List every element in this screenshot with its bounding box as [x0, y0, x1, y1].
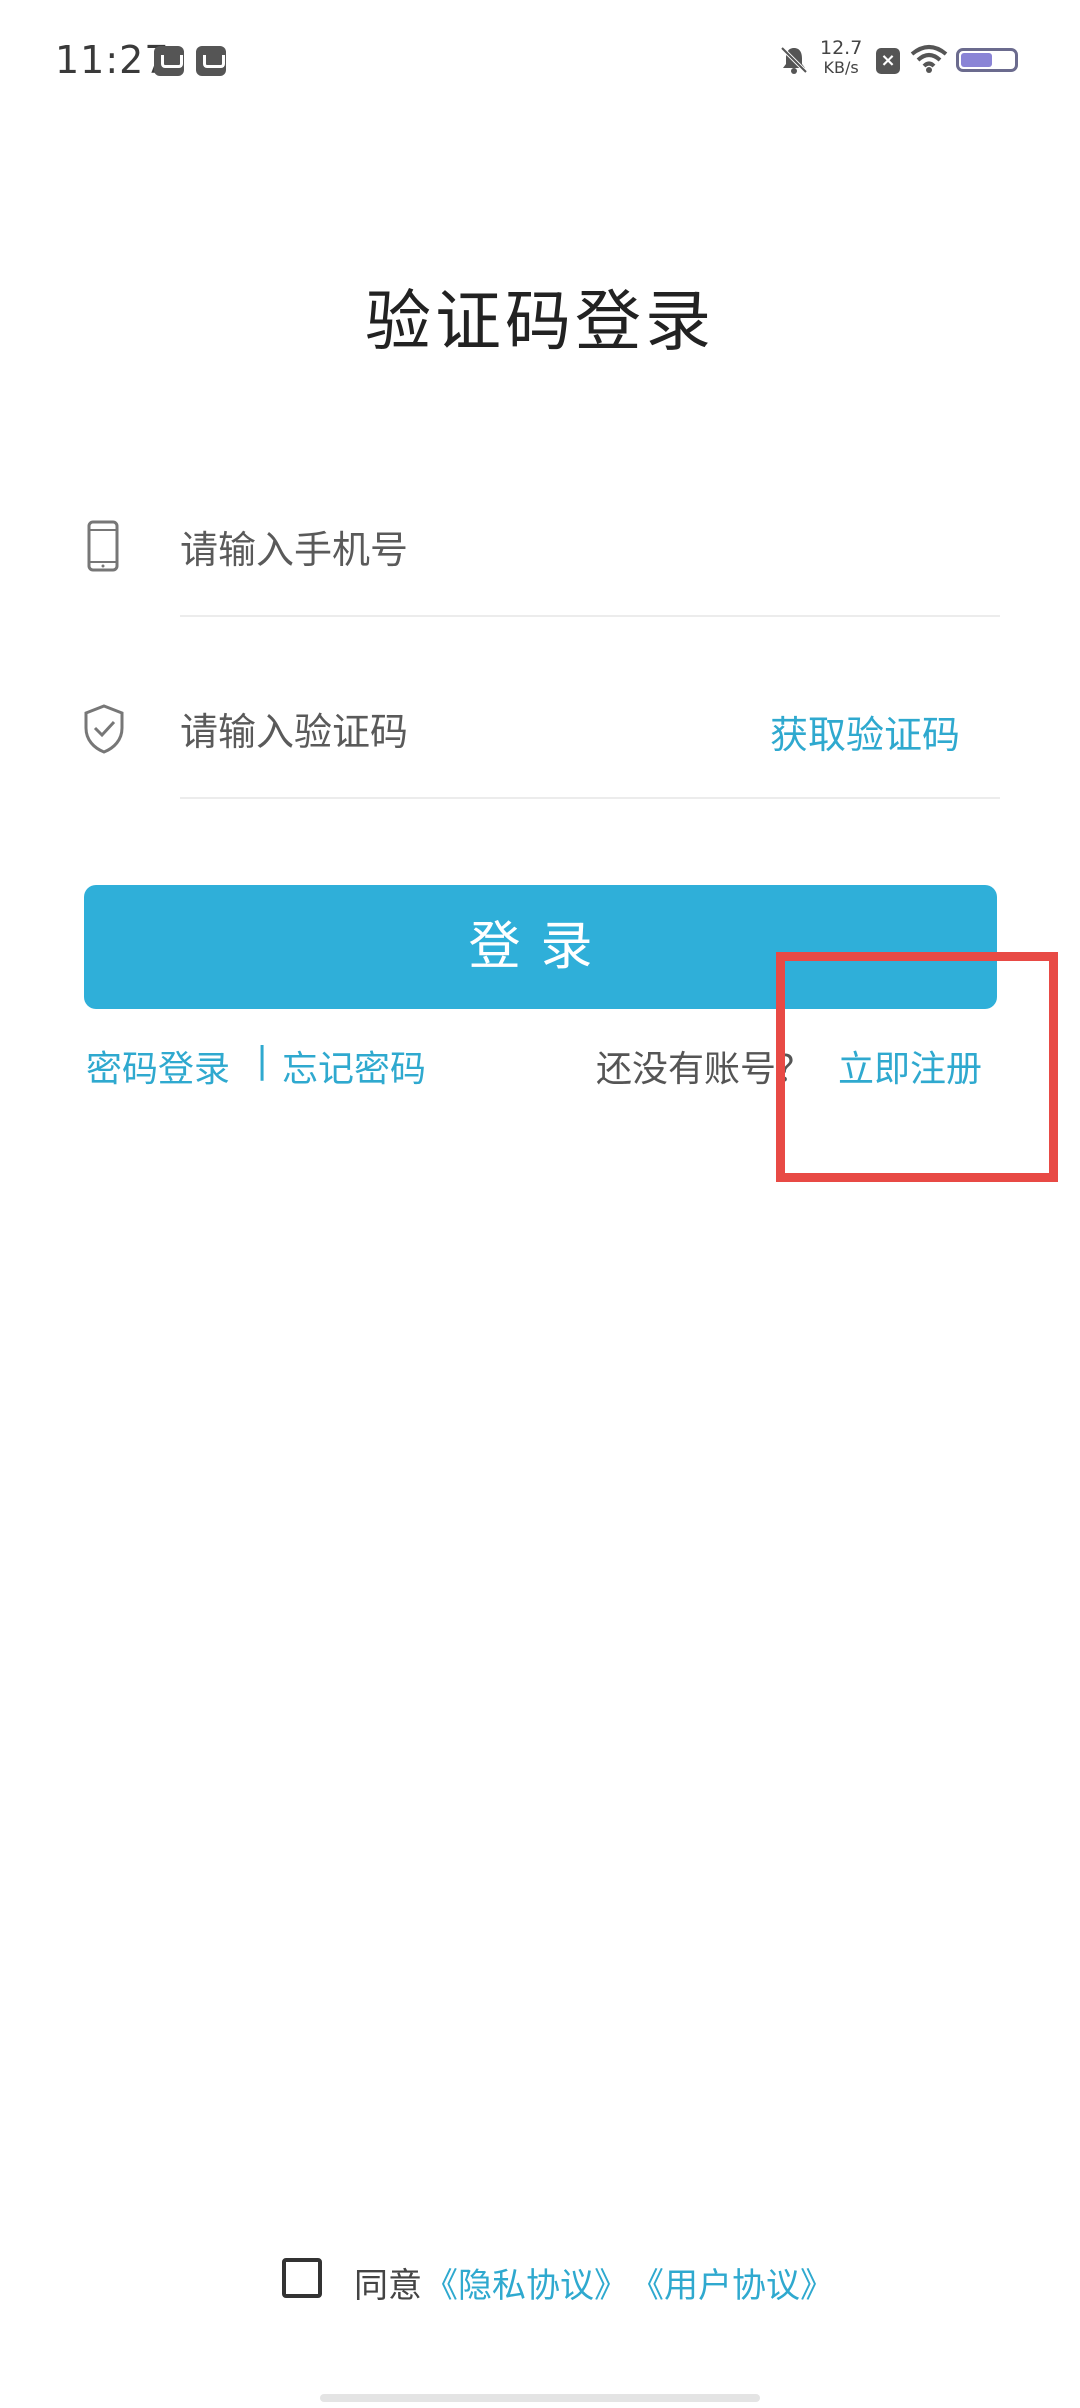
- code-input[interactable]: [180, 702, 700, 762]
- phone-icon: [87, 520, 119, 572]
- agreement-row: 同意 《隐私协议》 《用户协议》: [0, 2254, 1080, 2314]
- net-speed: 12.7 KB/s: [820, 38, 862, 78]
- phone-field-row: [80, 470, 1000, 620]
- code-underline: [180, 797, 1000, 799]
- sim-x-icon: ×: [876, 48, 900, 74]
- battery-icon: [956, 48, 1018, 72]
- battery-fill: [961, 53, 992, 67]
- status-time: 11:27: [55, 38, 170, 82]
- agree-checkbox[interactable]: [282, 2258, 322, 2298]
- user-agreement-link[interactable]: 《用户协议》: [630, 2258, 834, 2307]
- privacy-agreement-link[interactable]: 《隐私协议》: [424, 2258, 628, 2307]
- bell-muted-icon: [780, 46, 808, 74]
- status-icons: 12.7 KB/s ×: [760, 36, 1080, 86]
- phone-input[interactable]: [180, 520, 700, 580]
- phone-underline: [180, 615, 1000, 617]
- net-speed-value: 12.7: [820, 37, 863, 59]
- highlight-box: [776, 952, 1058, 1182]
- home-indicator[interactable]: [320, 2394, 760, 2402]
- agree-label: 同意: [354, 2266, 422, 2306]
- page-title: 验证码登录: [365, 283, 715, 360]
- net-speed-unit: KB/s: [823, 58, 859, 77]
- archive-notification-icon: [196, 46, 226, 76]
- wifi-icon: [910, 45, 948, 73]
- shield-check-icon: [84, 704, 124, 754]
- link-separator: |: [256, 1040, 269, 1081]
- password-login-link[interactable]: 密码登录: [86, 1040, 230, 1092]
- get-code-button[interactable]: 获取验证码: [770, 704, 960, 759]
- forgot-password-link[interactable]: 忘记密码: [282, 1040, 426, 1092]
- status-bar: 11:27 12.7 KB/s ×: [0, 0, 1080, 130]
- mail-notification-icon: [154, 46, 184, 76]
- code-field-row: 获取验证码: [80, 652, 1000, 802]
